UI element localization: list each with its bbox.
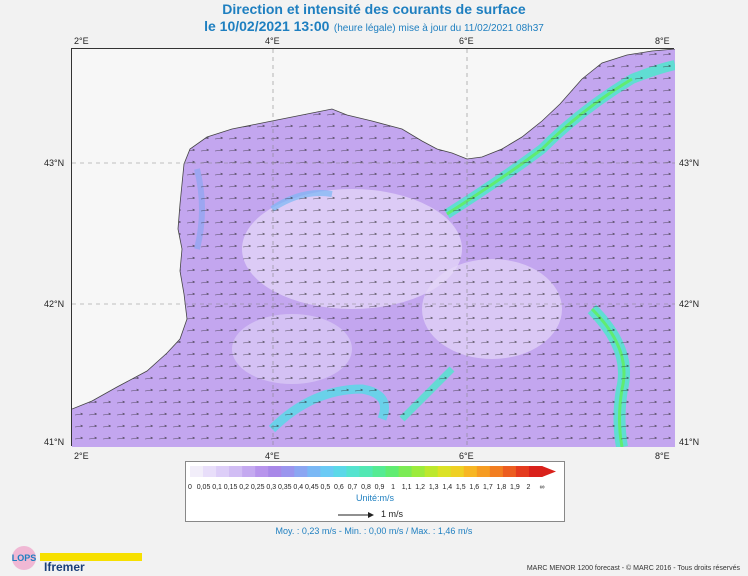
forecast-datetime: le 10/02/2021 13:00 (204, 18, 330, 34)
lon-tick-bottom: 8°E (655, 451, 670, 461)
colorbar-tick-label: 0,3 (266, 484, 277, 491)
lat-tick-left: 42°N (44, 299, 65, 309)
colorbar-tick-label: 0 (188, 484, 192, 491)
colorbar-tick-label: 0,05 (196, 484, 211, 491)
colorbar-tick-label: 1,1 (401, 484, 412, 491)
colorbar-tick-label: 1 (391, 484, 396, 491)
colorbar-tick-label: 0,4 (293, 484, 304, 491)
colorbar-tick-label: 0,9 (374, 484, 385, 491)
lat-tick-left: 43°N (44, 158, 65, 168)
colorbar-tick-label: 1,6 (469, 484, 480, 491)
colorbar-tick-label: 0,8 (361, 484, 371, 491)
lon-tick-bottom: 2°E (74, 451, 89, 461)
lon-tick-top: 8°E (655, 36, 670, 46)
lat-tick-left: 41°N (44, 437, 65, 447)
colorbar-tick-label: 0,7 (347, 484, 358, 491)
colorbar-tick-label: 2 (526, 484, 531, 491)
colorbar-tick-label: 1,4 (442, 484, 453, 491)
colorbar-tick-label: ∞ (539, 484, 545, 491)
current-map (71, 48, 675, 447)
colorbar-tick-label: 1,5 (455, 484, 466, 491)
colorbar-tick-label: 0,35 (277, 484, 292, 491)
lat-tick-right: 42°N (679, 299, 700, 309)
colorbar-tick-label: 0,45 (305, 484, 319, 491)
lops-logo: LOPS (12, 546, 37, 570)
colorbar-tick-label: 1,3 (428, 484, 439, 491)
colorbar-tick-label: 1,7 (482, 484, 493, 491)
statistics: Moy. : 0,23 m/s - Min. : 0,00 m/s / Max.… (275, 526, 473, 536)
unit-label: Unité:m/s (355, 493, 394, 503)
colorbar-tick-label: 1,2 (415, 484, 426, 491)
colorbar-tick-label: 0,15 (223, 484, 238, 491)
svg-text:LOPS: LOPS (12, 553, 37, 563)
lon-tick-top: 4°E (265, 36, 280, 46)
colorbar-tick-label: 0,1 (212, 484, 222, 491)
chart-subtitle: le 10/02/2021 13:00 (heure légale) mise … (0, 17, 748, 38)
lon-tick-top: 2°E (74, 36, 89, 46)
lon-tick-bottom: 6°E (459, 451, 474, 461)
credit-line: MARC MENOR 1200 forecast - © MARC 2016 -… (526, 565, 740, 572)
lat-tick-right: 43°N (679, 158, 700, 168)
arrow-icon (338, 512, 374, 518)
ifremer-logo: Ifremer (44, 560, 85, 574)
colorbar-tick-label: 1,8 (496, 484, 507, 491)
update-note: (heure légale) mise à jour du 11/02/2021… (333, 23, 544, 34)
chart-title: Direction et intensité des courants de s… (222, 1, 526, 17)
colorbar-tick-label: 0,25 (250, 484, 265, 491)
colorbar-tick-label: 0,5 (320, 484, 331, 491)
lat-tick-right: 41°N (679, 437, 700, 447)
colorbar-tick-label: 0,2 (239, 484, 250, 491)
lon-tick-bottom: 4°E (265, 451, 280, 461)
colorbar-tick-label: 1,9 (510, 484, 520, 491)
lon-tick-top: 6°E (459, 36, 474, 46)
reference-arrow-label: 1 m/s (381, 509, 404, 519)
colorbar-tick-label: 0,6 (334, 484, 344, 491)
legend: 0 0,05 0,1 0,15 0,2 0,25 0,3 0,35 0,4 0,45 0,5 0,6 0… (185, 461, 565, 522)
